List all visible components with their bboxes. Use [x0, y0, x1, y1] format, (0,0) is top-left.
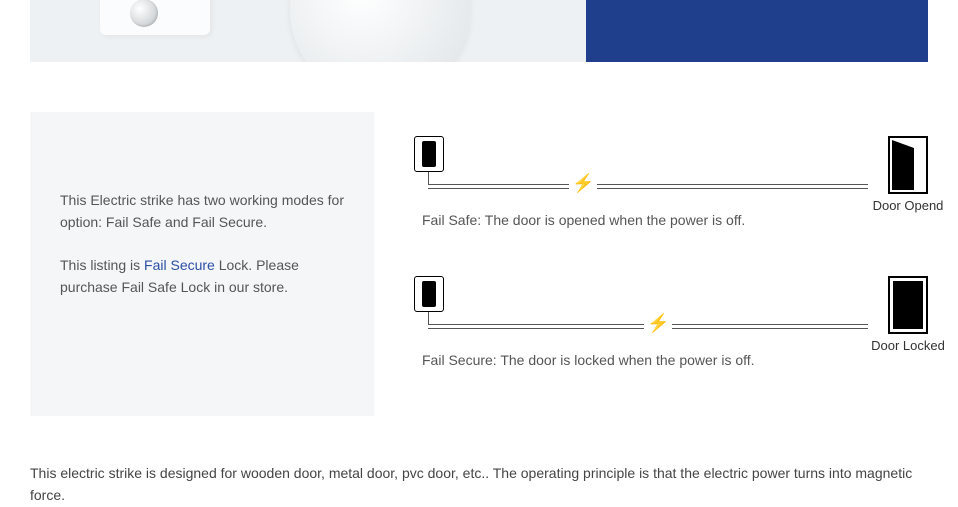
lightning-icon: ⚡ [644, 314, 672, 332]
diagram-fail-secure: ⚡ Door Locked Fail Secure: The door is l… [414, 276, 928, 368]
fail-safe-caption: Fail Safe: The door is opened when the p… [414, 212, 928, 228]
info-paragraph-1: This Electric strike has two working mod… [60, 190, 344, 233]
info-box: This Electric strike has two working mod… [30, 112, 374, 416]
door-open-label: Door Opend [868, 198, 948, 213]
keypad-icon [414, 276, 444, 312]
wire-segment [428, 184, 868, 185]
round-graphic [290, 0, 470, 62]
banner-blue-block [586, 0, 928, 62]
diagrams-column: ⚡ Door Opend Fail Safe: The door is open… [414, 112, 928, 416]
knob-graphic [130, 0, 158, 27]
diagram-fail-safe: ⚡ Door Opend Fail Safe: The door is open… [414, 136, 928, 228]
info-row: This Electric strike has two working mod… [30, 112, 928, 416]
fail-secure-caption: Fail Secure: The door is locked when the… [414, 352, 928, 368]
wall-plate-graphic [100, 0, 210, 35]
door-open-icon [888, 136, 928, 194]
lightning-icon: ⚡ [569, 174, 597, 192]
fail-secure-highlight: Fail Secure [144, 257, 215, 273]
banner-image-left [30, 0, 586, 62]
info-paragraph-2: This listing is Fail Secure Lock. Please… [60, 255, 344, 298]
info-p2-before: This listing is [60, 257, 144, 273]
diagram-fail-safe-visual: ⚡ Door Opend [414, 136, 928, 206]
top-banner [30, 0, 928, 62]
diagram-fail-secure-visual: ⚡ Door Locked [414, 276, 928, 346]
wire-segment [428, 312, 429, 324]
bottom-description: This electric strike is designed for woo… [30, 462, 928, 507]
keypad-icon [414, 136, 444, 172]
door-locked-label: Door Locked [868, 338, 948, 353]
wire-segment [428, 172, 429, 184]
wire-segment [428, 188, 868, 189]
door-closed-icon [888, 276, 928, 334]
